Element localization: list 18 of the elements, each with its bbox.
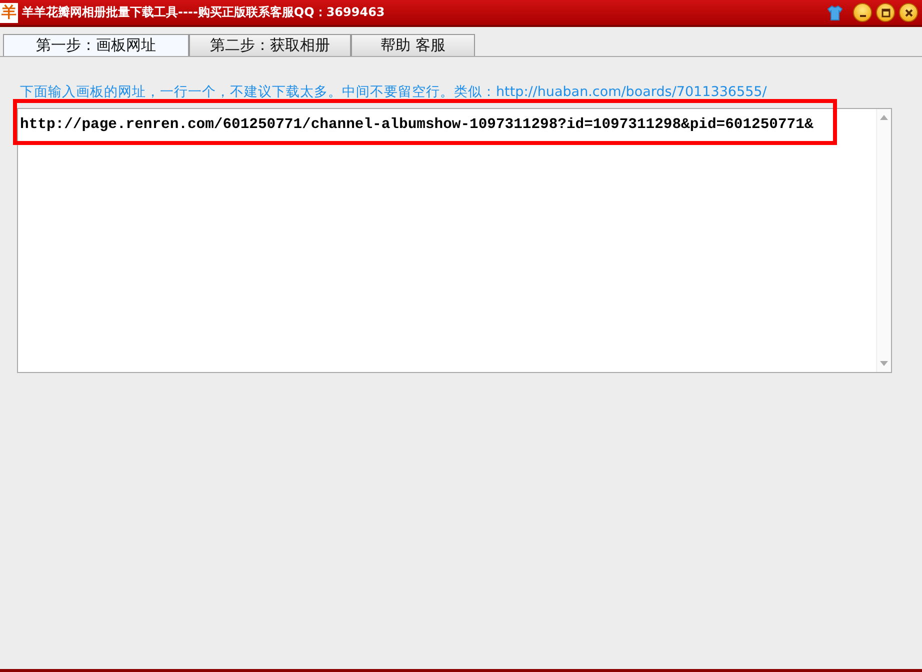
window-title: 羊羊花瓣网相册批量下载工具----购买正版联系客服QQ：3699463: [22, 4, 385, 21]
maximize-icon: [880, 8, 890, 18]
url-text: http://page.renren.com/601250771/channel-albumshow-1097311298?id=1097311298&pid=601250771&: [19, 116, 814, 135]
scrollbar[interactable]: [876, 109, 891, 372]
tab[interactable]: 第二步：获取相册: [189, 34, 351, 56]
close-icon: [904, 8, 914, 18]
instruction-text: 下面输入画板的网址，一行一个，不建议下载太多。中间不要留空行。类似：http://huaban.com/boards/7011336555/: [20, 83, 768, 101]
scroll-down-icon[interactable]: [880, 361, 888, 366]
minimize-icon: [860, 14, 866, 16]
app-logo: 羊: [0, 2, 18, 22]
url-input-field[interactable]: http://page.renren.com/601250771/channel-albumshow-1097311298?id=1097311298&pid=601250771&: [17, 108, 892, 373]
scroll-up-icon[interactable]: [880, 115, 888, 120]
maximize-button[interactable]: [876, 3, 895, 22]
shirt-icon[interactable]: [827, 4, 843, 20]
tab[interactable]: 帮助 客服: [351, 34, 475, 56]
minimize-button[interactable]: [853, 3, 872, 22]
tab[interactable]: 第一步：画板网址: [3, 34, 189, 56]
close-button[interactable]: [899, 3, 918, 22]
